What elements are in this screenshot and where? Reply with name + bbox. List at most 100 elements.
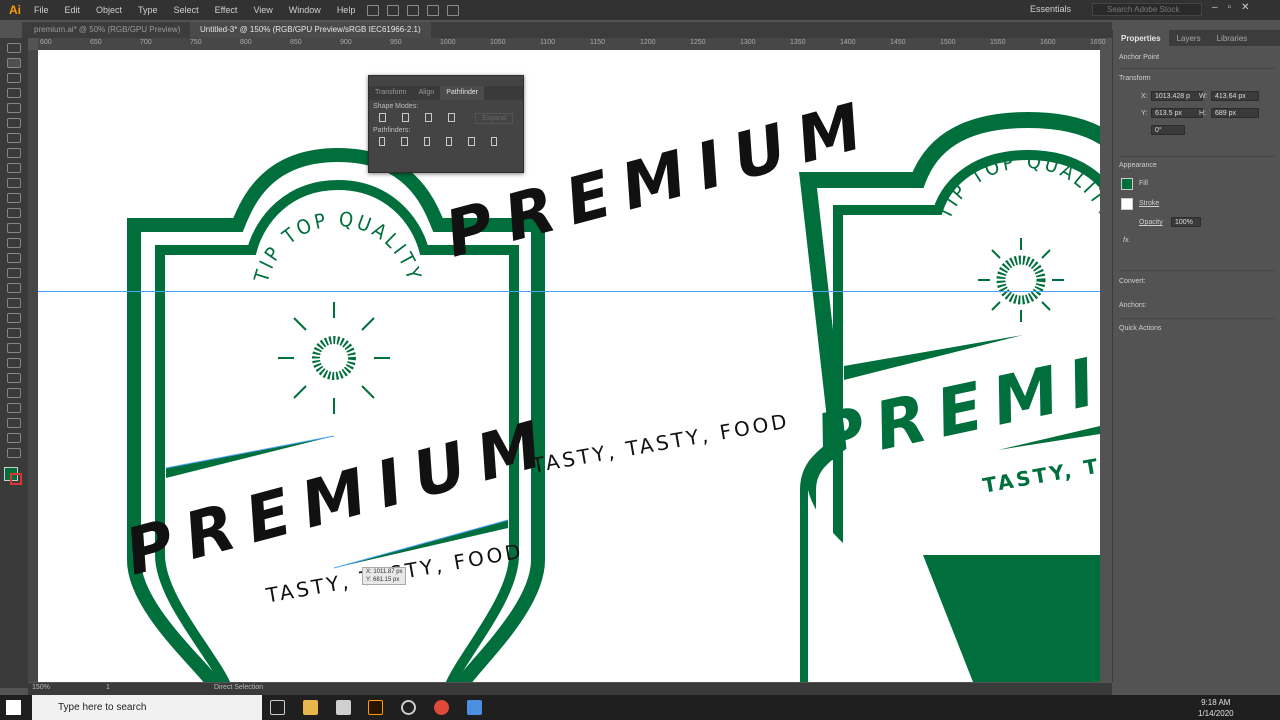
illustrator-logo: Ai xyxy=(9,3,21,17)
minus-front-icon[interactable] xyxy=(402,113,410,122)
rotate-field[interactable]: 0° xyxy=(1151,125,1185,135)
line-tool-icon[interactable] xyxy=(7,148,21,158)
type-tool-icon[interactable] xyxy=(7,133,21,143)
minus-back-icon[interactable] xyxy=(490,137,497,146)
stroke-label[interactable]: Stroke xyxy=(1139,200,1159,207)
workspace-switcher[interactable]: Essentials xyxy=(1030,4,1071,14)
window-controls[interactable]: –▫✕ xyxy=(1212,2,1260,13)
x-label: X: xyxy=(1141,93,1148,100)
current-tool-label: Direct Selection xyxy=(214,684,264,691)
width-tool-icon[interactable] xyxy=(7,253,21,263)
paintbrush-tool-icon[interactable] xyxy=(7,178,21,188)
bridge-icon[interactable] xyxy=(367,4,380,16)
gradient-tool-icon[interactable] xyxy=(7,328,21,338)
menu-select[interactable]: Select xyxy=(166,5,207,15)
outline-icon[interactable] xyxy=(468,137,475,146)
hand-tool-icon[interactable] xyxy=(7,433,21,443)
obs-icon[interactable] xyxy=(401,700,416,715)
windows-taskbar: Type here to search 9:18 AM 1/14/2020 xyxy=(0,695,1280,720)
symbol-sprayer-tool-icon[interactable] xyxy=(7,373,21,383)
slice-tool-icon[interactable] xyxy=(7,418,21,428)
zoom-tool-icon[interactable] xyxy=(7,448,21,458)
menu-effect[interactable]: Effect xyxy=(207,5,246,15)
eyedropper-tool-icon[interactable] xyxy=(7,343,21,353)
lasso-tool-icon[interactable] xyxy=(7,88,21,98)
right-sun-icon xyxy=(978,238,1064,322)
menu-edit[interactable]: Edit xyxy=(57,5,89,15)
tooltip-y: Y: 681.15 px xyxy=(366,577,400,583)
curvature-tool-icon[interactable] xyxy=(7,118,21,128)
menu-type[interactable]: Type xyxy=(130,5,166,15)
direct-selection-tool-icon[interactable] xyxy=(7,58,21,68)
crop-icon[interactable] xyxy=(445,137,453,146)
menu-file[interactable]: File xyxy=(26,5,57,15)
menu-help[interactable]: Help xyxy=(329,5,364,15)
opacity-label[interactable]: Opacity xyxy=(1139,219,1163,226)
column-graph-tool-icon[interactable] xyxy=(7,388,21,398)
artboard-tool-icon[interactable] xyxy=(7,403,21,413)
app-icon[interactable] xyxy=(467,700,482,715)
trim-icon[interactable] xyxy=(401,137,408,146)
tab-transform[interactable]: Transform xyxy=(369,86,413,100)
y-field[interactable]: 613.5 px xyxy=(1151,108,1203,118)
tab-premium[interactable]: premium.ai* @ 50% (RGB/GPU Preview) xyxy=(24,22,190,38)
h-field[interactable]: 689 px xyxy=(1211,108,1259,118)
zoom-level[interactable]: 150% xyxy=(32,684,50,691)
taskbar-search[interactable]: Type here to search xyxy=(32,695,262,720)
intersect-icon[interactable] xyxy=(425,113,433,122)
scale-tool-icon[interactable] xyxy=(7,238,21,248)
tab-untitled-3[interactable]: Untitled-3* @ 150% (RGB/GPU Preview/sRGB… xyxy=(190,22,431,38)
shape-builder-tool-icon[interactable] xyxy=(7,283,21,293)
mesh-tool-icon[interactable] xyxy=(7,313,21,323)
expand-button[interactable]: Expand xyxy=(475,113,513,124)
stock-search-input[interactable]: Search Adobe Stock xyxy=(1092,3,1202,16)
x-field[interactable]: 1013.428 p xyxy=(1151,91,1203,101)
brush-icon[interactable] xyxy=(427,4,440,16)
stock-icon[interactable] xyxy=(387,4,400,16)
tab-align[interactable]: Align xyxy=(413,86,441,100)
tab-properties[interactable]: Properties xyxy=(1113,30,1169,46)
windows-start-icon[interactable] xyxy=(6,700,21,715)
chrome-icon[interactable] xyxy=(434,700,449,715)
exclude-icon[interactable] xyxy=(448,113,456,122)
selection-tool-icon[interactable] xyxy=(7,43,21,53)
arrange-documents-icon[interactable] xyxy=(407,4,420,16)
artboard-number[interactable]: 1 xyxy=(106,684,110,691)
task-view-icon[interactable] xyxy=(270,700,285,715)
opacity-field[interactable]: 100% xyxy=(1171,217,1201,227)
clock-time: 9:18 AM xyxy=(1201,698,1231,707)
eraser-tool-icon[interactable] xyxy=(7,208,21,218)
ruler-label: 1600 xyxy=(1040,39,1056,46)
perspective-grid-tool-icon[interactable] xyxy=(7,298,21,308)
fill-swatch[interactable] xyxy=(1121,178,1133,190)
clock[interactable]: 9:18 AM 1/14/2020 xyxy=(1198,697,1234,719)
tab-layers[interactable]: Layers xyxy=(1169,30,1209,46)
fx-icon[interactable]: fx. xyxy=(1123,237,1130,244)
calculator-icon[interactable] xyxy=(336,700,351,715)
horizontal-guide[interactable] xyxy=(38,291,1100,292)
convert-label: Convert: xyxy=(1119,278,1146,285)
merge-icon[interactable] xyxy=(423,137,430,146)
illustrator-taskbar-icon[interactable] xyxy=(368,700,383,715)
w-field[interactable]: 413.64 px xyxy=(1211,91,1259,101)
pen-tool-icon[interactable] xyxy=(7,103,21,113)
pencil-tool-icon[interactable] xyxy=(7,193,21,203)
menu-object[interactable]: Object xyxy=(88,5,130,15)
magic-wand-tool-icon[interactable] xyxy=(7,73,21,83)
free-transform-tool-icon[interactable] xyxy=(7,268,21,278)
tab-libraries[interactable]: Libraries xyxy=(1209,30,1256,46)
divide-icon[interactable] xyxy=(379,137,386,146)
blend-tool-icon[interactable] xyxy=(7,358,21,368)
gpu-performance-icon[interactable] xyxy=(447,4,460,16)
rotate-tool-icon[interactable] xyxy=(7,223,21,233)
coordinate-tooltip: X: 1011.87 px Y: 681.15 px xyxy=(362,567,406,585)
artboard-canvas[interactable]: TIP TOP QUALITY PREMIUM TASTY, TASTY, FO… xyxy=(38,50,1100,682)
unite-icon[interactable] xyxy=(379,113,387,122)
rectangle-tool-icon[interactable] xyxy=(7,163,21,173)
menu-window[interactable]: Window xyxy=(281,5,329,15)
file-explorer-icon[interactable] xyxy=(303,700,318,715)
stroke-swatch[interactable] xyxy=(1121,198,1133,210)
fill-stroke-swatches[interactable] xyxy=(0,463,28,489)
menu-view[interactable]: View xyxy=(245,5,280,15)
tab-pathfinder[interactable]: Pathfinder xyxy=(440,86,485,100)
